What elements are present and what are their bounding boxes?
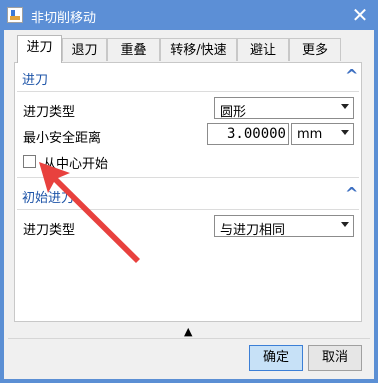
app-icon xyxy=(7,7,23,23)
ok-button[interactable]: 确定 xyxy=(249,345,303,371)
engage-type-select[interactable]: 圆形 xyxy=(214,97,354,120)
initial-engage-type-label: 进刀类型 xyxy=(23,223,76,238)
start-from-center-label: 从中心开始 xyxy=(43,157,109,172)
window-title: 非切削移动 xyxy=(31,11,97,26)
initial-engage-type-select[interactable]: 与进刀相同 xyxy=(214,215,354,238)
chevron-down-icon xyxy=(341,222,349,227)
collapse-icon[interactable]: ^ xyxy=(345,184,358,203)
close-icon[interactable]: ✕ xyxy=(350,5,370,25)
expand-icon[interactable]: ▲ xyxy=(184,325,192,338)
initial-engage-section-header[interactable]: 初始进刀 ^ xyxy=(15,181,361,207)
tab-transfer-rapid[interactable]: 转移/快速 xyxy=(160,38,237,61)
unit-select[interactable]: mm xyxy=(291,123,354,145)
min-clearance-input[interactable] xyxy=(207,123,289,145)
tab-panel: 进刀 ^ 进刀类型 圆形 最小安全距离 mm 从中心开始 初始进刀 ^ 进刀类型… xyxy=(14,62,362,322)
chevron-down-icon xyxy=(341,104,349,109)
tab-avoidance[interactable]: 避让 xyxy=(237,38,289,61)
initial-engage-type-value: 与进刀相同 xyxy=(220,223,286,238)
title-bar: 非切削移动 ✕ xyxy=(0,0,378,30)
start-from-center-checkbox[interactable] xyxy=(23,155,36,168)
footer-divider xyxy=(8,338,370,339)
cancel-button[interactable]: 取消 xyxy=(308,345,362,371)
engage-type-label: 进刀类型 xyxy=(23,105,76,120)
tab-overlap[interactable]: 重叠 xyxy=(107,38,160,61)
chevron-down-icon xyxy=(341,130,349,135)
divider xyxy=(17,209,359,210)
dialog-body: 进刀 退刀 重叠 转移/快速 避让 更多 进刀 ^ 进刀类型 圆形 最小安全距离… xyxy=(4,30,374,379)
engage-section-header[interactable]: 进刀 ^ xyxy=(15,63,361,89)
divider xyxy=(17,91,359,92)
engage-type-value: 圆形 xyxy=(220,105,247,120)
min-clearance-label: 最小安全距离 xyxy=(23,131,102,146)
unit-value: mm xyxy=(297,127,323,142)
initial-engage-section-title: 初始进刀 xyxy=(22,191,75,206)
tab-retract[interactable]: 退刀 xyxy=(62,38,107,61)
divider xyxy=(17,177,359,178)
tab-more[interactable]: 更多 xyxy=(289,38,341,61)
collapse-icon[interactable]: ^ xyxy=(345,66,358,85)
engage-section-title: 进刀 xyxy=(22,73,49,88)
tab-engage[interactable]: 进刀 xyxy=(17,35,62,63)
